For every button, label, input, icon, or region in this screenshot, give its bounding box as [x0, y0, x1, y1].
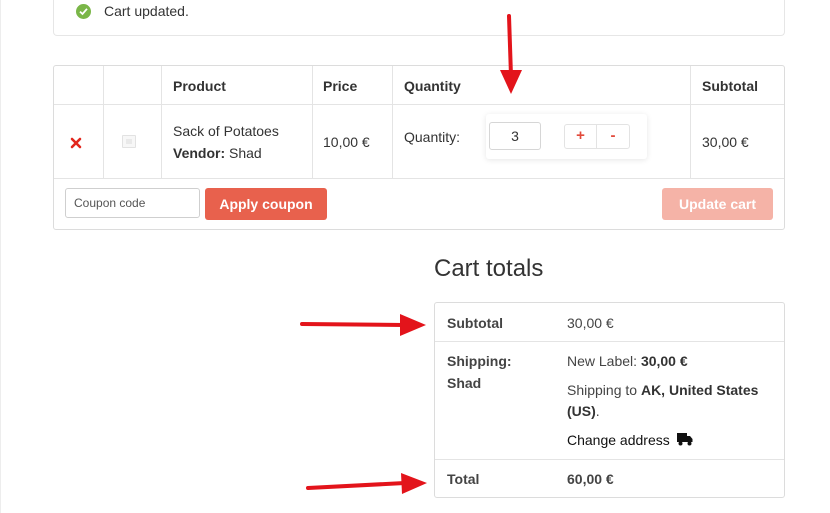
update-cart-button[interactable]: Update cart	[662, 188, 773, 220]
quantity-label: Quantity:	[404, 129, 461, 145]
change-address-link[interactable]: Change address	[567, 432, 693, 448]
subtotal-value: 30,00 €	[567, 315, 614, 331]
header-price: Price	[323, 78, 358, 94]
item-price: 10,00 €	[323, 134, 370, 150]
left-edge	[0, 0, 1, 513]
header-subtotal: Subtotal	[702, 78, 758, 94]
col-divider	[312, 66, 313, 179]
cart-totals-title: Cart totals	[434, 255, 544, 282]
item-subtotal: 30,00 €	[702, 134, 749, 150]
header-divider	[54, 104, 784, 105]
quantity-stepper: 3 + -	[486, 114, 647, 159]
shipping-destination-place: AK, United States	[640, 382, 759, 398]
row-divider	[54, 178, 784, 179]
change-address-label[interactable]: Change address	[567, 432, 670, 448]
truck-icon	[676, 433, 693, 446]
shipping-destination-line2: (US).	[567, 403, 600, 419]
total-value: 60,00 €	[567, 471, 614, 487]
apply-coupon-button[interactable]: Apply coupon	[205, 188, 327, 220]
col-divider	[690, 66, 691, 179]
shipping-destination-period: .	[595, 403, 600, 419]
cart-totals-table: Subtotal 30,00 € Shipping: Shad New Labe…	[434, 302, 785, 498]
quantity-buttons: + -	[564, 124, 630, 149]
vendor-line: Vendor: Shad	[173, 145, 262, 161]
shipping-destination-country: (US)	[567, 403, 596, 419]
shipping-destination: Shipping to AK, United States	[567, 382, 758, 398]
vendor-label: Vendor:	[173, 145, 226, 161]
col-divider	[103, 66, 104, 179]
col-divider	[392, 66, 393, 179]
quantity-plus-button[interactable]: +	[565, 125, 597, 148]
cart-table: Product Price Quantity Subtotal Sack of …	[53, 65, 785, 230]
shipping-method: New Label: 30,00 €	[567, 353, 688, 369]
shipping-vendor-label: Shad	[447, 375, 482, 391]
header-product: Product	[173, 78, 226, 94]
shipping-method-price: 30,00 €	[640, 353, 688, 369]
coupon-code-input[interactable]	[65, 188, 200, 218]
placeholder-image-icon[interactable]	[122, 135, 136, 148]
subtotal-label: Subtotal	[447, 315, 503, 331]
quantity-input[interactable]: 3	[489, 122, 541, 150]
shipping-label: Shipping:	[447, 353, 512, 369]
annotation-arrow-total	[306, 473, 427, 494]
shipping-method-name: New Label:	[567, 353, 638, 369]
notice-message: Cart updated.	[104, 3, 189, 19]
total-label: Total	[447, 471, 480, 487]
quantity-minus-button[interactable]: -	[597, 125, 629, 148]
check-circle-icon	[76, 4, 91, 19]
product-name-link[interactable]: Sack of Potatoes	[173, 123, 279, 139]
annotation-arrow-subtotal	[300, 314, 426, 336]
vendor-name: Shad	[229, 145, 262, 161]
cart-updated-notice: Cart updated.	[53, 0, 785, 36]
totals-divider	[435, 459, 784, 460]
annotation-arrow-down	[500, 14, 522, 94]
shipping-to-prefix: Shipping to	[567, 382, 638, 398]
header-quantity: Quantity	[404, 78, 461, 94]
totals-divider	[435, 341, 784, 342]
col-divider	[161, 66, 162, 179]
remove-item-icon[interactable]	[69, 136, 83, 150]
